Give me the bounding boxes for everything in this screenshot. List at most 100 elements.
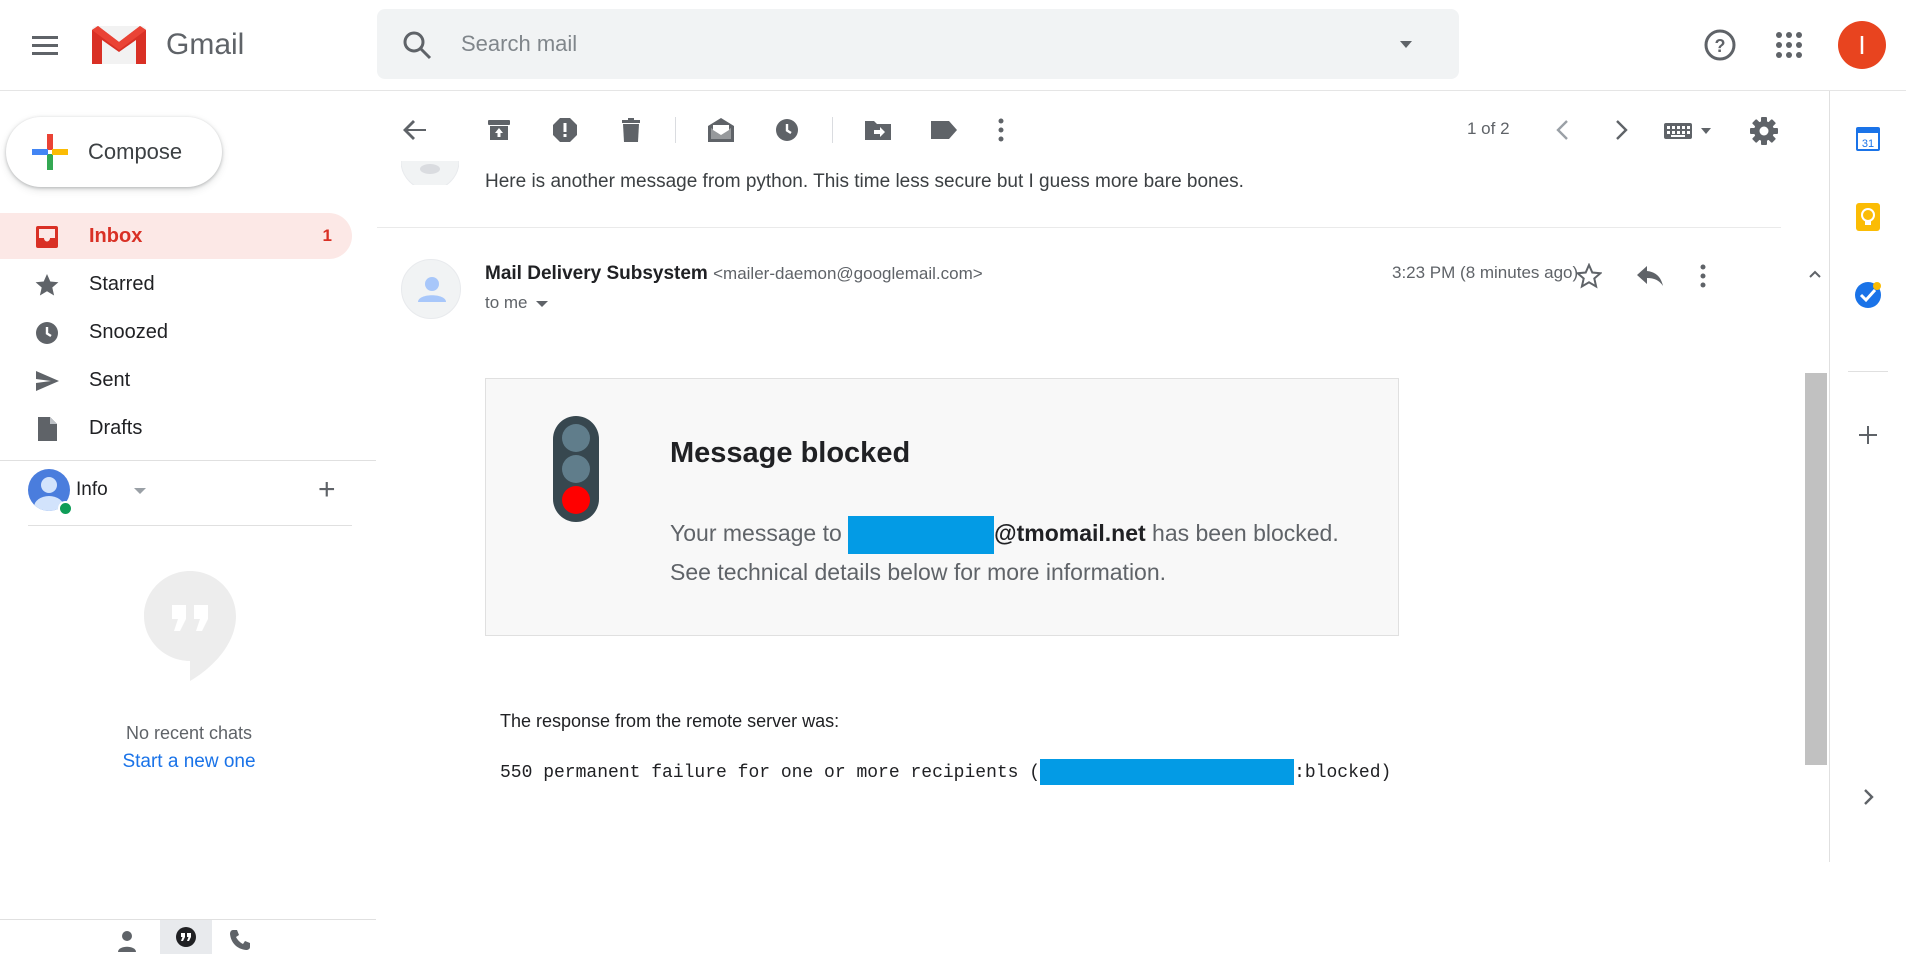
svg-text:31: 31 — [1862, 138, 1874, 150]
chevron-down-icon[interactable] — [535, 300, 548, 307]
message-pane: 1 of 2 Here is another message from pyth… — [377, 91, 1829, 862]
back-arrow-icon[interactable] — [402, 117, 428, 148]
compose-label: Compose — [88, 139, 183, 164]
archive-icon[interactable] — [486, 117, 512, 148]
help-icon[interactable]: ? — [1703, 28, 1737, 67]
search-icon[interactable] — [401, 29, 433, 61]
star-outline-icon[interactable] — [1575, 262, 1603, 294]
search-input[interactable] — [461, 27, 1361, 61]
redacted-recipient — [848, 515, 995, 554]
response-code-before: 550 permanent failure for one or more re… — [500, 762, 1041, 783]
hangouts-chat-tab-icon[interactable] — [160, 920, 212, 954]
server-response-intro: The response from the remote server was: — [500, 711, 840, 731]
message-scrollbar[interactable] — [1801, 165, 1829, 863]
blocked-text-after: has been blocked. — [1145, 520, 1339, 546]
hangouts-user-name: Info — [76, 479, 108, 500]
previous-message-snippet[interactable]: Here is another message from python. Thi… — [485, 171, 1244, 193]
star-icon — [34, 272, 60, 298]
expand-panel-chevron-right-icon[interactable] — [1850, 779, 1886, 815]
sender-address: <mailer-daemon@googlemail.com> — [713, 264, 983, 283]
more-options-vertical-icon[interactable] — [995, 117, 1007, 148]
sidebar-item-label: Sent — [89, 369, 131, 391]
reply-icon[interactable] — [1636, 264, 1664, 293]
search-options-chevron-down-icon[interactable] — [1397, 35, 1415, 58]
label-tag-icon[interactable] — [929, 117, 959, 148]
blocked-text-before: Your message to — [670, 520, 849, 546]
calendar-icon[interactable]: 31 — [1850, 121, 1886, 157]
traffic-light-red — [562, 486, 590, 514]
sender-name[interactable]: Mail Delivery Subsystem — [485, 263, 708, 284]
side-panel-divider — [1848, 371, 1888, 372]
message-more-options-icon[interactable] — [1697, 263, 1709, 294]
compose-plus-icon — [32, 134, 68, 170]
side-panel: 31 — [1829, 91, 1906, 862]
sidebar-item-sent[interactable]: Sent — [0, 357, 352, 403]
hangouts-user[interactable]: Info + — [28, 469, 348, 516]
sidebar-item-label: Drafts — [89, 417, 143, 439]
inbox-icon — [34, 224, 60, 250]
gmail-logo-icon[interactable] — [90, 22, 148, 66]
input-tools-keyboard-icon[interactable] — [1663, 119, 1715, 146]
phone-call-icon[interactable] — [228, 928, 252, 957]
delete-trash-icon[interactable] — [618, 117, 644, 148]
search-bar[interactable] — [377, 9, 1459, 79]
send-icon — [34, 368, 60, 394]
previous-message-avatar[interactable] — [401, 161, 459, 185]
hangouts-bottom-tabs — [0, 919, 376, 954]
add-chat-plus-icon[interactable]: + — [318, 475, 336, 505]
sidebar-item-snoozed[interactable]: Snoozed — [0, 309, 352, 355]
sidebar-item-label: Starred — [89, 273, 155, 295]
top-bar: Gmail ? I — [0, 0, 1906, 91]
toolbar-divider — [832, 117, 833, 143]
response-code-after: :blocked) — [1294, 762, 1392, 783]
snooze-clock-icon[interactable] — [774, 117, 800, 148]
sidebar: Compose Inbox 1 Starred Snoozed Sent Dra… — [0, 91, 378, 954]
start-new-chat-link[interactable]: Start a new one — [0, 751, 378, 773]
tasks-check-icon[interactable] — [1850, 277, 1886, 313]
settings-gear-icon[interactable] — [1749, 116, 1779, 151]
no-recent-chats-text: No recent chats — [125, 723, 253, 743]
redacted-recipient-address — [1040, 759, 1295, 785]
recipient-details[interactable]: to me — [485, 293, 548, 313]
sidebar-item-label: Snoozed — [89, 321, 168, 343]
toolbar-divider — [675, 117, 676, 143]
contacts-person-icon[interactable] — [116, 930, 138, 957]
sidebar-item-drafts[interactable]: Drafts — [0, 405, 352, 451]
sender-avatar[interactable] — [401, 259, 461, 319]
unread-count-badge: 1 — [322, 226, 332, 245]
draft-file-icon — [34, 416, 60, 442]
pagination-text: 1 of 2 — [1467, 119, 1510, 138]
older-chevron-right-icon[interactable] — [1610, 118, 1632, 147]
scroll-thumb[interactable] — [1805, 373, 1827, 765]
sidebar-divider — [0, 460, 376, 461]
move-to-icon[interactable] — [864, 117, 892, 148]
blocked-description: Your message to @tmomail.net has been bl… — [670, 515, 1370, 590]
compose-button[interactable]: Compose — [6, 117, 222, 187]
blocked-text-line2: See technical details below for more inf… — [670, 558, 1167, 585]
traffic-light-icon — [553, 416, 599, 522]
sidebar-item-label: Inbox — [89, 225, 143, 247]
message-divider — [377, 227, 1781, 228]
message-timestamp: 3:23 PM (8 minutes ago) — [1392, 263, 1579, 282]
newer-chevron-left-icon[interactable] — [1552, 118, 1574, 147]
hangouts-quote-bubble-icon — [144, 571, 236, 686]
apps-grid-icon[interactable] — [1774, 30, 1804, 65]
clock-icon — [34, 320, 60, 346]
blocked-title: Message blocked — [670, 437, 911, 469]
chevron-down-icon[interactable] — [134, 488, 146, 494]
get-addons-plus-icon[interactable] — [1850, 417, 1886, 453]
online-status-indicator — [58, 501, 73, 516]
report-spam-icon[interactable] — [552, 117, 578, 148]
svg-text:?: ? — [1715, 36, 1726, 56]
message-blocked-card: Message blocked Your message to @tmomail… — [485, 378, 1399, 636]
account-avatar[interactable]: I — [1838, 21, 1886, 69]
sidebar-item-starred[interactable]: Starred — [0, 261, 352, 307]
mark-as-unread-icon[interactable] — [707, 117, 735, 148]
main-menu-icon[interactable] — [24, 26, 68, 66]
sender-line: Mail Delivery Subsystem <mailer-daemon@g… — [485, 263, 983, 285]
sidebar-item-inbox[interactable]: Inbox 1 — [0, 213, 352, 259]
scroll-up-arrow-icon[interactable] — [1809, 265, 1821, 283]
keep-lightbulb-icon[interactable] — [1850, 199, 1886, 235]
traffic-light-top — [562, 424, 590, 452]
recipient-domain: @tmomail.net — [994, 520, 1146, 546]
